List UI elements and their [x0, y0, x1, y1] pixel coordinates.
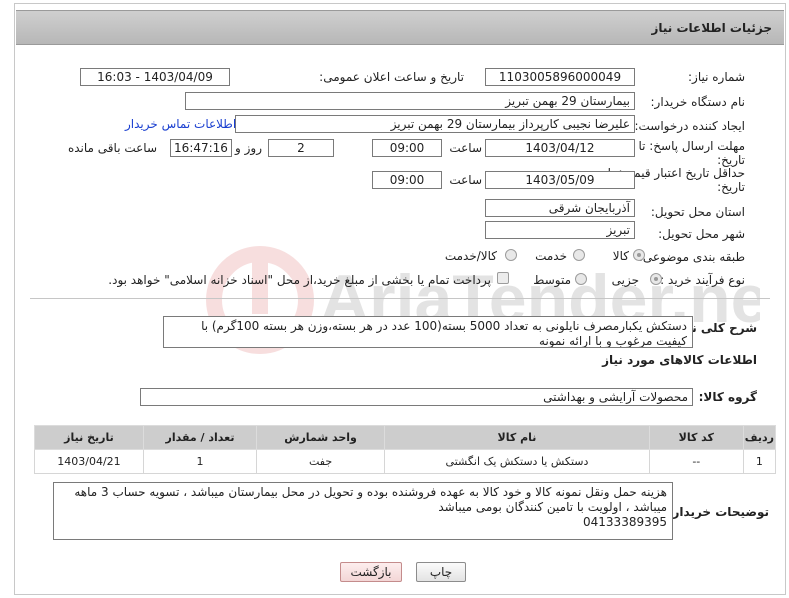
print-button[interactable]: چاپ [416, 562, 466, 582]
reply-time-label: ساعت [449, 141, 482, 155]
remaining-label: ساعت باقی مانده [67, 141, 157, 155]
cell-code: -- [648, 449, 744, 474]
buyer-notes-label: توضیحات خریدار: [667, 505, 769, 519]
announce-label: تاریخ و ساعت اعلان عمومی: [319, 70, 464, 84]
col-date-header: تاریخ نیاز [34, 425, 144, 450]
need-number-label: شماره نیاز: [688, 70, 745, 84]
validity-date-field: 1403/05/09 [485, 171, 635, 189]
reply-time-field: 09:00 [372, 139, 442, 157]
process-label: نوع فرآیند خرید : [660, 273, 745, 287]
goods-section-title: اطلاعات کالاهای مورد نیاز [602, 353, 757, 367]
page-header: جزئیات اطلاعات نیاز [16, 10, 784, 45]
reply-date-field: 1403/04/12 [485, 139, 635, 157]
reply-deadline-label-2: تاریخ: [717, 153, 745, 167]
cell-row: 1 [742, 449, 777, 474]
city-label: شهر محل تحویل: [658, 227, 745, 241]
cell-name: دستکش یا دستکش یک انگشتی [384, 449, 650, 474]
days-label: روز و [235, 141, 262, 155]
table-header-row: ردیف کد کالا نام کالا واحد شمارش تعداد /… [34, 425, 777, 450]
buyer-notes-field: هزینه حمل ونقل نمونه کالا و خود کالا به … [53, 482, 673, 540]
table-row: 1 -- دستکش یا دستکش یک انگشتی جفت 1 1403… [34, 449, 777, 474]
contact-info-link[interactable]: اطلاعات تماس خریدار [125, 117, 236, 131]
category-both-label: کالا/خدمت [444, 249, 497, 263]
col-unit-header: واحد شمارش [256, 425, 386, 450]
col-qty-header: تعداد / مقدار [142, 425, 258, 450]
category-service-label: خدمت [535, 249, 567, 263]
cell-unit: جفت [256, 449, 386, 474]
page-title: جزئیات اطلاعات نیاز [651, 21, 772, 35]
category-service-radio[interactable] [573, 249, 585, 261]
col-code-header: کد کالا [648, 425, 744, 450]
process-minor-label: جزیی [611, 273, 639, 287]
city-field: تبریز [485, 221, 635, 239]
back-button[interactable]: بازگشت [340, 562, 402, 582]
reply-deadline-label: مهلت ارسال پاسخ: تا [638, 139, 745, 153]
category-both-radio[interactable] [505, 249, 517, 261]
buyer-org-field: بیمارستان 29 بهمن تبریز [185, 92, 635, 110]
treasury-payment-checkbox[interactable] [497, 272, 509, 284]
category-label: طبقه بندی موضوعی: [638, 250, 745, 264]
col-row-header: ردیف [742, 425, 777, 450]
province-label: استان محل تحویل: [650, 205, 745, 219]
buyer-notes-text: هزینه حمل ونقل نمونه کالا و خود کالا به … [74, 485, 667, 514]
requester-field: علیرضا نجیبی کارپرداز بیمارستان 29 بهمن … [235, 115, 635, 133]
process-medium-radio[interactable] [575, 273, 587, 285]
description-field: دستکش یکبارمصرف نایلونی به تعداد 5000 بس… [163, 316, 693, 348]
goods-group-label: گروه کالا: [698, 390, 757, 404]
need-number-field: 1103005896000049 [485, 68, 635, 86]
announce-field: 1403/04/09 - 16:03 [80, 68, 230, 86]
cell-date: 1403/04/21 [34, 449, 144, 474]
payment-note: پرداخت تمام یا بخشی از مبلغ خرید،از محل … [108, 273, 491, 287]
cell-qty: 1 [142, 449, 258, 474]
process-medium-label: متوسط [533, 273, 571, 287]
category-goods-radio[interactable] [633, 249, 645, 261]
province-field: آذربایجان شرقی [485, 199, 635, 217]
goods-table: ردیف کد کالا نام کالا واحد شمارش تعداد /… [34, 425, 777, 474]
requester-label: ایجاد کننده درخواست: [634, 119, 745, 133]
validity-label-2: تاریخ: [717, 180, 745, 194]
category-goods-label: کالا [612, 249, 629, 263]
validity-time-label: ساعت [449, 173, 482, 187]
col-name-header: نام کالا [384, 425, 650, 450]
validity-time-field: 09:00 [372, 171, 442, 189]
divider [30, 298, 770, 299]
buyer-org-label: نام دستگاه خریدار: [650, 95, 746, 109]
buyer-notes-phone: 04133389395 [583, 515, 667, 529]
remaining-time-field: 16:47:16 [170, 139, 232, 157]
days-field: 2 [268, 139, 334, 157]
goods-group-field: محصولات آرایشی و بهداشتی [140, 388, 693, 406]
process-minor-radio[interactable] [650, 273, 662, 285]
